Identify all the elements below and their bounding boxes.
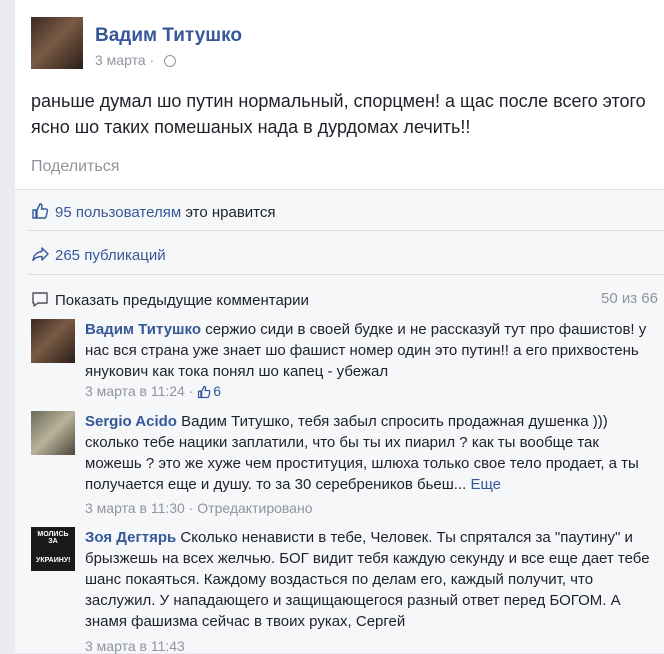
comment-like-count[interactable]: 6: [213, 383, 221, 399]
avatar-caption-top: МОЛИСЬ ЗА: [37, 531, 69, 545]
share-link[interactable]: Поделиться: [31, 158, 119, 176]
commenter-avatar[interactable]: [31, 319, 75, 363]
thumbs-up-icon: [198, 385, 211, 399]
likes-text: это нравится: [181, 204, 276, 221]
post-meta: 3 марта ·: [95, 52, 177, 68]
shares-link[interactable]: 265 публикаций: [55, 247, 166, 264]
previous-comments-row[interactable]: Показать предыдущие комментарии: [31, 290, 309, 309]
comment-date[interactable]: 3 марта в 11:24: [85, 383, 185, 399]
shares-row: 265 публикаций: [31, 245, 166, 264]
divider: [27, 230, 664, 231]
divider: [27, 274, 664, 275]
commenter-avatar[interactable]: МОЛИСЬ ЗА УКРАИНУ!: [31, 527, 75, 571]
globe-icon[interactable]: [164, 55, 177, 67]
comment-text: Вадим Титушко сержио сиди в своей будке …: [85, 319, 655, 382]
comment-bubble-icon: [32, 292, 48, 307]
comment-date[interactable]: 3 марта в 11:43: [85, 638, 185, 654]
comment-text: Зоя Дегтярь Сколько ненависти в тебе, Че…: [85, 527, 655, 632]
commenter-name[interactable]: Sergio Acido: [85, 413, 177, 430]
commenter-avatar[interactable]: [31, 411, 75, 455]
comment-text: Sergio Acido Вадим Титушко, тебя забыл с…: [85, 411, 655, 495]
post-author-name[interactable]: Вадим Титушко: [95, 25, 242, 47]
comments-section: 95 пользователям это нравится 265 публик…: [15, 190, 664, 654]
post-date[interactable]: 3 марта: [95, 52, 146, 68]
comment-date[interactable]: 3 марта в 11:30: [85, 500, 185, 516]
likes-link[interactable]: 95 пользователям: [55, 204, 181, 221]
previous-comments-link[interactable]: Показать предыдущие комментарии: [55, 292, 309, 309]
author-avatar[interactable]: [31, 17, 83, 69]
post-card: Вадим Титушко 3 марта · раньше думал шо …: [15, 0, 664, 190]
comment-meta: 3 марта в 11:24 · 6: [85, 383, 222, 399]
thumbs-up-icon: [32, 203, 49, 219]
comment-meta: 3 марта в 11:43: [85, 638, 185, 654]
comment-meta: 3 марта в 11:30 · Отредактировано: [85, 500, 313, 516]
avatar-caption-bottom: УКРАИНУ!: [36, 557, 71, 564]
commenter-name[interactable]: Вадим Титушко: [85, 321, 201, 338]
commenter-name[interactable]: Зоя Дегтярь: [85, 529, 176, 546]
likes-row: 95 пользователям это нравится: [31, 202, 276, 221]
see-more-link[interactable]: Еще: [466, 476, 501, 493]
post-text: раньше думал шо путин нормальный, спорцм…: [31, 91, 646, 137]
share-arrow-icon: [32, 247, 49, 262]
comment-count: 50 из 66: [601, 290, 658, 307]
edited-label[interactable]: Отредактировано: [197, 500, 312, 516]
